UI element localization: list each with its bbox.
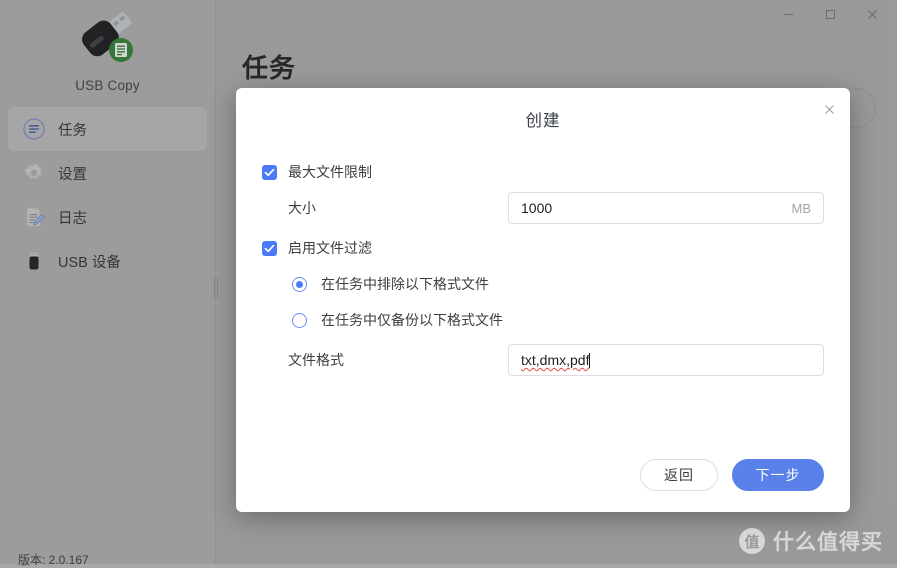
- file-format-input[interactable]: txt,dmx,pdf: [508, 344, 824, 376]
- text-caret: [589, 353, 591, 368]
- max-file-limit-label: 最大文件限制: [288, 164, 372, 180]
- dialog-title: 创建: [525, 112, 561, 130]
- file-format-label-wrap: 文件格式: [262, 350, 508, 370]
- size-unit-label: MB: [791, 200, 812, 216]
- filter-mode-include-radio[interactable]: [292, 312, 307, 328]
- filter-mode-exclude-row: 在任务中排除以下格式文件: [262, 267, 824, 301]
- create-task-dialog: 创建 最大文件限制 大小 1000 MB 启用文件过滤 在任务中排除以下格式文件…: [236, 88, 850, 512]
- file-format-input-value: txt,dmx,pdf: [521, 352, 590, 368]
- close-icon[interactable]: [818, 98, 840, 120]
- size-label: 大小: [288, 200, 316, 216]
- file-filter-control[interactable]: 启用文件过滤: [262, 238, 508, 258]
- filter-mode-exclude-label: 在任务中排除以下格式文件: [321, 276, 489, 292]
- max-file-limit-row: 最大文件限制: [262, 155, 824, 189]
- file-filter-checkbox[interactable]: [262, 240, 277, 256]
- dialog-footer: 返回 下一步: [236, 438, 850, 512]
- file-format-label: 文件格式: [288, 352, 344, 368]
- file-filter-row: 启用文件过滤: [262, 231, 824, 265]
- size-label-wrap: 大小: [262, 198, 508, 218]
- size-input[interactable]: 1000 MB: [508, 192, 824, 224]
- size-input-value: 1000: [521, 200, 553, 216]
- dialog-body: 最大文件限制 大小 1000 MB 启用文件过滤 在任务中排除以下格式文件 在任…: [236, 131, 850, 377]
- filter-mode-exclude-radio[interactable]: [292, 276, 307, 292]
- filter-mode-include-control[interactable]: 在任务中仅备份以下格式文件: [262, 310, 538, 330]
- max-file-limit-control[interactable]: 最大文件限制: [262, 162, 508, 182]
- file-filter-label: 启用文件过滤: [288, 240, 372, 256]
- filter-mode-include-label: 在任务中仅备份以下格式文件: [321, 312, 503, 328]
- max-file-limit-checkbox[interactable]: [262, 164, 277, 180]
- file-format-row: 文件格式 txt,dmx,pdf: [262, 343, 824, 377]
- back-button[interactable]: 返回: [640, 459, 718, 491]
- filter-mode-exclude-control[interactable]: 在任务中排除以下格式文件: [262, 274, 538, 294]
- size-row: 大小 1000 MB: [262, 191, 824, 225]
- next-button[interactable]: 下一步: [732, 459, 824, 491]
- filter-mode-include-row: 在任务中仅备份以下格式文件: [262, 303, 824, 337]
